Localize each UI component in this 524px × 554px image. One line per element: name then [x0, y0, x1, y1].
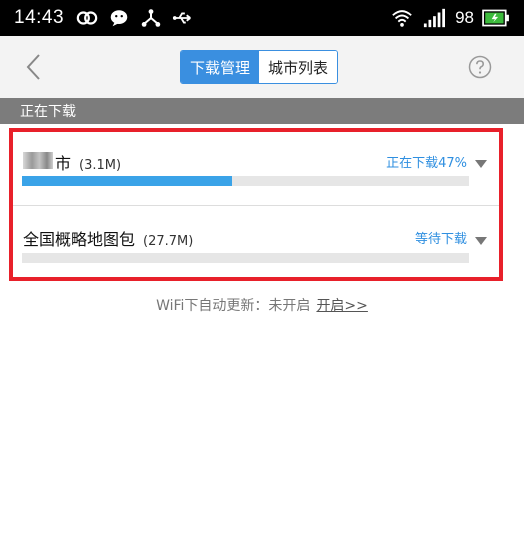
- status-icons-right: 98: [391, 7, 510, 29]
- download-name-row: 市 (3.1M): [23, 150, 121, 174]
- progress-bar: [22, 253, 469, 263]
- download-status: 等待下载: [414, 232, 467, 247]
- status-time: 14:43: [14, 7, 65, 28]
- status-bar: 14:43 98: [0, 0, 524, 36]
- tab-city-list[interactable]: 城市列表: [259, 51, 337, 83]
- wifi-update-text: WiFi下自动更新：未开启: [156, 298, 311, 314]
- help-icon[interactable]: [468, 55, 492, 79]
- progress-fill: [22, 176, 233, 186]
- status-icons-left: [76, 7, 194, 29]
- dropdown-arrow-icon[interactable]: [475, 160, 487, 168]
- tab-switcher: 下载管理 城市列表: [180, 50, 338, 84]
- download-name: 全国概略地图包: [23, 230, 136, 249]
- wifi-auto-update: WiFi下自动更新：未开启 开启>>: [0, 295, 524, 315]
- obscured-text: [23, 152, 53, 169]
- enable-wifi-update-link[interactable]: 开启>>: [316, 298, 367, 314]
- dropdown-arrow-icon[interactable]: [475, 237, 487, 245]
- download-size: (27.7M): [143, 234, 194, 249]
- progress-bar: [22, 176, 469, 186]
- download-status: 正在下载47%: [386, 156, 467, 171]
- battery-level: 98: [455, 8, 474, 27]
- download-list: 市 (3.1M) 正在下载47% 全国概略地图包 (27.7M) 等待下载: [9, 128, 503, 281]
- tab-download-manager[interactable]: 下载管理: [181, 51, 259, 83]
- wifi-icon: [392, 10, 412, 27]
- download-name-row: 全国概略地图包 (27.7M): [23, 226, 193, 250]
- download-size: (3.1M): [79, 158, 122, 173]
- section-header: 正在下载: [0, 98, 524, 124]
- wechat-icon: [110, 10, 128, 27]
- battery-icon: [482, 9, 509, 27]
- section-title: 正在下载: [20, 104, 76, 120]
- share-icon: [141, 9, 161, 27]
- usb-icon: [172, 12, 191, 24]
- title-bar: 下载管理 城市列表: [0, 36, 524, 98]
- signal-icon: [423, 8, 446, 28]
- download-item[interactable]: 全国概略地图包 (27.7M) 等待下载: [13, 206, 499, 277]
- download-name: 市: [55, 154, 72, 173]
- infinity-icon: [76, 11, 98, 25]
- back-icon[interactable]: [22, 52, 46, 82]
- download-item[interactable]: 市 (3.1M) 正在下载47%: [13, 132, 499, 206]
